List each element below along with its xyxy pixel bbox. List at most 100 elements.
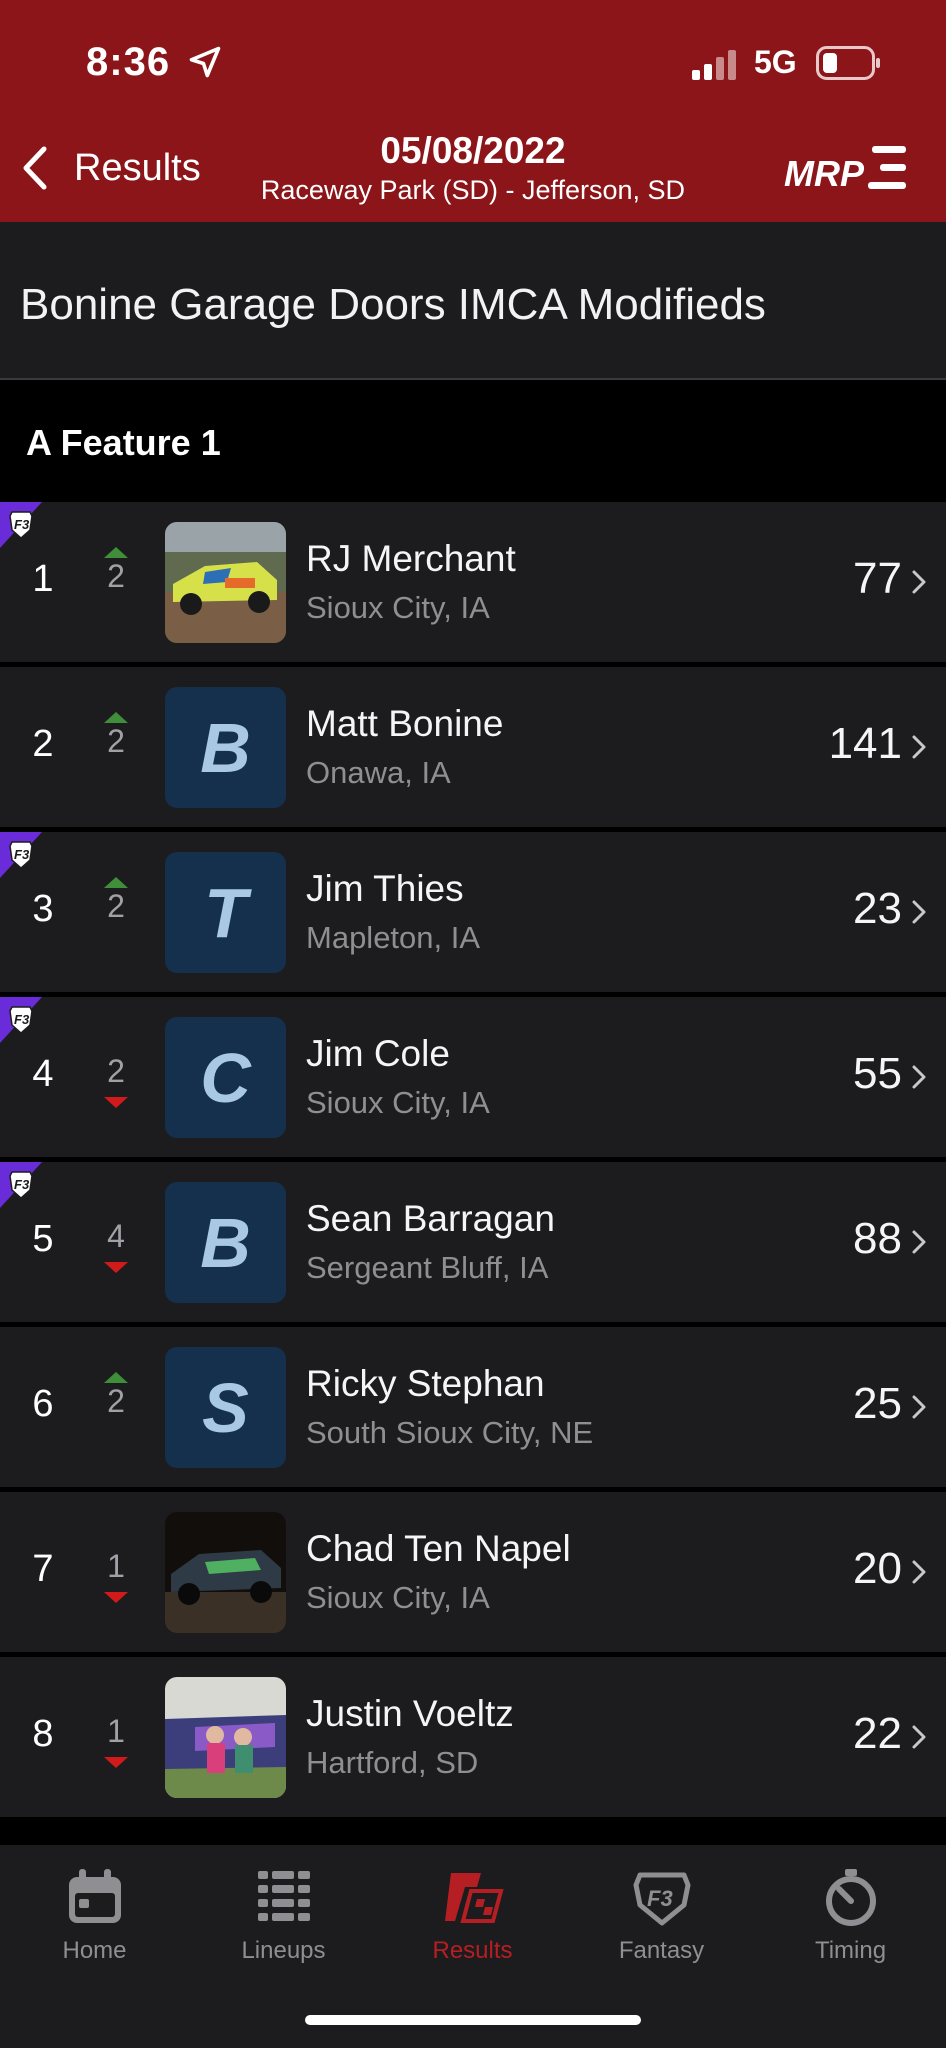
class-header: Bonine Garage Doors IMCA Modifieds	[0, 222, 946, 380]
result-row-5[interactable]: F3 5 4 B Sean Barragan Sergeant Bluff, I…	[0, 1162, 946, 1322]
driver-hometown: Sergeant Bluff, IA	[306, 1250, 549, 1285]
results-list: F3 1 2 RJ Merchant Sioux City, IA 77 2 2…	[0, 502, 946, 1822]
svg-text:F3: F3	[14, 1177, 30, 1192]
svg-text:F3: F3	[14, 1012, 30, 1027]
app-header: 8:36 5G Results 05/08/2022 Raceway Park …	[0, 0, 946, 222]
car-number: 23	[853, 884, 902, 933]
svg-text:MRP: MRP	[784, 153, 865, 194]
driver-name: Chad Ten Napel	[306, 1528, 571, 1569]
finish-position: 3	[32, 888, 54, 930]
f3-fantasy-badge-icon: F3	[0, 997, 42, 1043]
car-number: 141	[828, 719, 902, 768]
driver-hometown: Mapleton, IA	[306, 920, 481, 955]
driver-name: Ricky Stephan	[306, 1363, 545, 1404]
mrp-logo: MRP	[784, 146, 906, 194]
driver-name: Jim Thies	[306, 868, 464, 909]
tab-fantasy-label: Fantasy	[618, 1937, 705, 1964]
driver-avatar: T	[165, 852, 286, 973]
feature-title: A Feature 1	[26, 422, 221, 463]
svg-text:F3: F3	[14, 847, 30, 862]
result-row-7[interactable]: 7 1 Chad Ten Napel Sioux City, IA 20	[0, 1492, 946, 1652]
chevron-right-icon	[912, 735, 926, 759]
svg-text:F3: F3	[647, 1886, 673, 1911]
driver-name: Jim Cole	[306, 1033, 450, 1074]
finish-position: 2	[32, 723, 54, 765]
position-change: 4	[107, 1218, 125, 1254]
tab-fantasy[interactable]: F3 Fantasy	[567, 1865, 756, 1965]
stopwatch-icon	[825, 1869, 876, 1926]
finish-position: 4	[32, 1053, 54, 1095]
car-number: 20	[853, 1544, 902, 1593]
finish-position: 8	[32, 1713, 54, 1755]
result-row-1[interactable]: F3 1 2 RJ Merchant Sioux City, IA 77	[0, 502, 946, 662]
finish-position: 6	[32, 1383, 54, 1425]
tab-results[interactable]: Results	[378, 1865, 567, 1965]
position-down-icon	[104, 1757, 128, 1768]
car-number: 77	[853, 554, 902, 603]
tab-lineups[interactable]: Lineups	[189, 1865, 378, 1965]
class-title: Bonine Garage Doors IMCA Modifieds	[20, 280, 766, 329]
chevron-right-icon	[912, 1395, 926, 1419]
avatar-initial: B	[200, 1203, 251, 1282]
chevron-right-icon	[912, 1230, 926, 1254]
driver-name: RJ Merchant	[306, 538, 516, 579]
position-change: 2	[107, 1383, 125, 1419]
location-arrow-icon	[189, 46, 221, 78]
position-change: 2	[107, 558, 125, 594]
driver-avatar: S	[165, 1347, 286, 1468]
result-row-3[interactable]: F3 3 2 T Jim Thies Mapleton, IA 23	[0, 832, 946, 992]
car-number: 88	[853, 1214, 902, 1263]
driver-photo	[165, 1677, 286, 1798]
calendar-icon	[68, 1869, 121, 1923]
car-number: 25	[853, 1379, 902, 1428]
result-row-2[interactable]: 2 2 B Matt Bonine Onawa, IA 141	[0, 667, 946, 827]
driver-hometown: Onawa, IA	[306, 755, 451, 790]
chevron-right-icon	[912, 1725, 926, 1749]
position-change: 2	[107, 888, 125, 924]
position-up-icon	[104, 712, 128, 723]
cell-signal-icon	[692, 50, 736, 80]
f3-fantasy-badge-icon: F3	[0, 832, 42, 878]
status-time: 8:36	[86, 40, 171, 84]
battery-icon	[816, 46, 880, 80]
driver-photo	[165, 1512, 286, 1633]
tab-home[interactable]: Home	[0, 1865, 189, 1965]
position-change: 1	[107, 1713, 125, 1749]
results-flag-icon	[444, 1873, 504, 1923]
tab-lineups-label: Lineups	[241, 1937, 326, 1964]
driver-avatar: C	[165, 1017, 286, 1138]
position-up-icon	[104, 1372, 128, 1383]
feature-header: A Feature 1	[0, 382, 946, 502]
fantasy-shield-icon: F3	[633, 1872, 690, 1926]
position-down-icon	[104, 1262, 128, 1273]
driver-hometown: Sioux City, IA	[306, 590, 490, 625]
result-row-6[interactable]: 6 2 S Ricky Stephan South Sioux City, NE…	[0, 1327, 946, 1487]
finish-position: 1	[32, 558, 54, 600]
driver-hometown: Sioux City, IA	[306, 1085, 490, 1120]
chevron-right-icon	[912, 1560, 926, 1584]
tab-home-label: Home	[62, 1937, 127, 1964]
driver-avatar: B	[165, 1182, 286, 1303]
network-type: 5G	[754, 44, 797, 80]
tab-results-label: Results	[432, 1937, 513, 1964]
tab-timing[interactable]: Timing	[756, 1865, 945, 1965]
finish-position: 7	[32, 1548, 54, 1590]
position-change: 2	[107, 723, 125, 759]
car-number: 55	[853, 1049, 902, 1098]
result-row-4[interactable]: F3 4 2 C Jim Cole Sioux City, IA 55	[0, 997, 946, 1157]
avatar-initial: B	[200, 708, 251, 787]
position-change: 1	[107, 1548, 125, 1584]
avatar-initial: C	[200, 1038, 251, 1117]
driver-avatar: B	[165, 687, 286, 808]
finish-position: 5	[32, 1218, 54, 1260]
car-number: 22	[853, 1709, 902, 1758]
position-down-icon	[104, 1097, 128, 1108]
avatar-initial: S	[202, 1368, 249, 1447]
result-row-8[interactable]: 8 1 Justin Voeltz Hartford, SD 22	[0, 1657, 946, 1817]
f3-fantasy-badge-icon: F3	[0, 502, 42, 548]
position-up-icon	[104, 877, 128, 888]
driver-name: Justin Voeltz	[306, 1693, 514, 1734]
chevron-right-icon	[912, 900, 926, 924]
lineups-icon	[257, 1871, 310, 1921]
driver-hometown: Sioux City, IA	[306, 1580, 490, 1615]
